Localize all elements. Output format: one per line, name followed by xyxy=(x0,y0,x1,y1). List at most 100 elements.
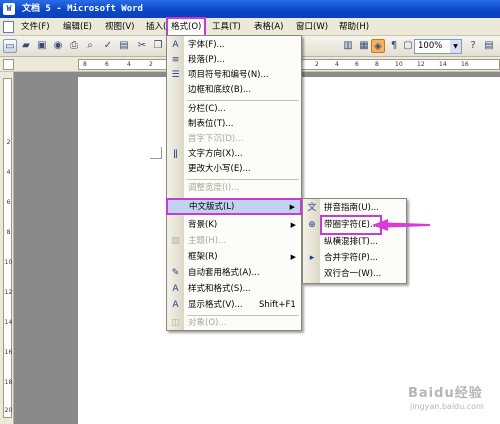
ruler-number: 20 xyxy=(4,407,13,414)
menu-item-bullets-numbering[interactable]: ☰ 项目符号和编号(N)... xyxy=(167,68,301,83)
submenu-item-label: 合并字符(P)... xyxy=(324,253,378,263)
menu-item-change-case[interactable]: 更改大小写(E)... xyxy=(167,162,301,177)
menu-item-label: 主题(H)... xyxy=(188,236,227,246)
ruler-number: 6 xyxy=(6,199,11,206)
submenu-arrow-icon: ▶ xyxy=(289,203,295,211)
menu-edit[interactable]: 编辑(E) xyxy=(63,18,92,36)
submenu-item-label: 双行合一(W)... xyxy=(324,269,382,279)
submenu-arrow-icon: ▶ xyxy=(290,253,296,261)
submenu-item-two-lines-in-one[interactable]: 双行合一(W)... xyxy=(303,266,406,282)
ruler-number: 18 xyxy=(4,379,13,386)
menu-item-columns[interactable]: 分栏(C)... xyxy=(167,102,301,117)
ruler-number: 2 xyxy=(149,61,153,68)
paragraph-icon: ≡ xyxy=(171,55,180,65)
margin-corner-mark xyxy=(150,147,162,159)
save-icon[interactable]: ▣ xyxy=(35,39,49,53)
menu-item-reveal-formatting[interactable]: A 显示格式(V)... Shift+F1 xyxy=(167,298,301,313)
title-bar: W 文档 5 - Microsoft Word xyxy=(0,0,500,18)
menu-item-shortcut: Shift+F1 xyxy=(259,300,296,310)
ruler-number: 10 xyxy=(4,259,13,266)
help-icon[interactable]: ? xyxy=(466,39,480,53)
menu-item-label: 显示格式(V)... xyxy=(188,300,243,310)
menu-item-background[interactable]: 背景(K) ▶ xyxy=(167,218,301,233)
ruler-number: 6 xyxy=(355,61,359,68)
menu-item-styles-formatting[interactable]: A 样式和格式(S)... xyxy=(167,282,301,297)
menu-item-theme[interactable]: ▨ 主题(H)... xyxy=(167,234,301,249)
spelling-icon[interactable]: ✓ xyxy=(101,39,115,53)
menu-item-label: 分栏(C)... xyxy=(188,104,226,114)
columns-toolbar-icon[interactable]: ▥ xyxy=(341,39,355,53)
phonetic-guide-icon: 文 xyxy=(307,203,317,213)
format-menu: A 字体(F)... ≡ 段落(P)... ☰ 项目符号和编号(N)... 边框… xyxy=(166,35,302,331)
document-icon[interactable] xyxy=(3,21,14,33)
enclosed-char-icon: ⊕ xyxy=(308,220,316,230)
menu-item-frames[interactable]: 框架(R) ▶ xyxy=(167,250,301,265)
menu-help[interactable]: 帮助(H) xyxy=(339,18,369,36)
cut-icon[interactable]: ✂ xyxy=(135,39,149,53)
zoom-value: 100% xyxy=(418,41,443,51)
theme-icon: ▨ xyxy=(171,236,180,246)
research-icon[interactable]: ▤ xyxy=(117,39,131,53)
chinese-layout-submenu: 文 拼音指南(U)... ⊕ 带圈字符(E)... 纵横混排(T)... ▸ 合… xyxy=(302,198,407,284)
menu-item-font[interactable]: A 字体(F)... xyxy=(167,38,301,53)
copy-icon[interactable]: ❐ xyxy=(151,39,165,53)
menu-item-fit-width[interactable]: 调整宽度(I)... xyxy=(167,181,301,196)
submenu-arrow-icon: ▶ xyxy=(290,221,296,229)
menu-format[interactable]: 格式(O) xyxy=(166,17,207,37)
menu-item-text-direction[interactable]: ǁ 文字方向(X)... xyxy=(167,147,301,162)
submenu-item-horizontal-in-vertical[interactable]: 纵横混排(T)... xyxy=(303,234,406,250)
zoom-select[interactable]: 100% ▼ xyxy=(414,39,462,54)
reading-icon[interactable]: ▢ xyxy=(401,39,415,53)
baidu-watermark: Baidu经验 jingyan.baidu.com xyxy=(388,380,498,420)
menu-tools[interactable]: 工具(T) xyxy=(212,18,241,36)
menu-window[interactable]: 窗口(W) xyxy=(296,18,328,36)
show-hide-icon[interactable]: ¶ xyxy=(387,39,401,53)
text-direction-icon: ǁ xyxy=(173,149,178,159)
new-doc-icon[interactable]: ▭ xyxy=(3,39,17,53)
menu-item-label: 对象(O)... xyxy=(188,318,227,328)
menu-view[interactable]: 视图(V) xyxy=(105,18,134,36)
menu-item-object[interactable]: ◫ 对象(O)... xyxy=(167,316,301,331)
chevron-down-icon[interactable]: ▼ xyxy=(450,40,461,53)
menu-item-chinese-layout[interactable]: 中文版式(L) ▶ xyxy=(166,198,302,215)
document-map-icon[interactable]: ◈ xyxy=(371,39,385,53)
watermark-line2: jingyan.baidu.com xyxy=(410,402,484,411)
drawing-icon[interactable]: ▦ xyxy=(357,39,371,53)
ruler-number: 6 xyxy=(105,61,109,68)
menu-item-label: 背景(K) xyxy=(188,220,218,230)
submenu-item-combine-characters[interactable]: ▸ 合并字符(P)... xyxy=(303,250,406,266)
menu-item-autoformat[interactable]: ✎ 自动套用格式(A)... xyxy=(167,266,301,281)
ruler-number: 4 xyxy=(6,169,11,176)
ruler-number: 2 xyxy=(315,61,319,68)
vertical-ruler[interactable]: 2 4 6 8 10 12 14 16 18 20 xyxy=(0,72,14,424)
menu-item-drop-cap[interactable]: 首字下沉(D)... xyxy=(167,132,301,147)
ruler-number: 16 xyxy=(461,61,469,68)
print-icon[interactable]: ⎙ xyxy=(67,39,81,53)
open-icon[interactable]: ▰ xyxy=(19,39,33,53)
ruler-number: 10 xyxy=(395,61,403,68)
submenu-item-label: 纵横混排(T)... xyxy=(324,237,378,247)
menu-separator xyxy=(187,100,299,101)
menu-file[interactable]: 文件(F) xyxy=(21,18,50,36)
word-app-icon[interactable]: W xyxy=(3,3,15,15)
menu-item-label: 文字方向(X)... xyxy=(188,149,243,159)
menu-item-label: 段落(P)... xyxy=(188,55,225,65)
read-mode-icon[interactable]: ▤ xyxy=(482,39,496,53)
tab-selector[interactable] xyxy=(3,59,14,70)
menu-item-label: 样式和格式(S)... xyxy=(188,284,251,294)
menu-item-paragraph[interactable]: ≡ 段落(P)... xyxy=(167,53,301,68)
print-preview-icon[interactable]: ⌕ xyxy=(83,39,97,53)
menu-item-label: 调整宽度(I)... xyxy=(188,183,240,193)
ruler-number: 16 xyxy=(4,349,13,356)
submenu-item-phonetic-guide[interactable]: 文 拼音指南(U)... xyxy=(303,200,406,216)
menu-item-tabs[interactable]: 制表位(T)... xyxy=(167,117,301,132)
ruler-number: 8 xyxy=(375,61,379,68)
permission-icon[interactable]: ◉ xyxy=(51,39,65,53)
watermark-line1: Baidu经验 xyxy=(408,386,483,401)
ruler-number: 14 xyxy=(439,61,447,68)
menu-item-borders-shading[interactable]: 边框和底纹(B)... xyxy=(167,83,301,98)
menu-item-label: 首字下沉(D)... xyxy=(188,134,244,144)
menu-item-label: 框架(R) xyxy=(188,252,218,262)
reveal-format-icon: A xyxy=(172,300,179,310)
menu-table[interactable]: 表格(A) xyxy=(254,18,283,36)
